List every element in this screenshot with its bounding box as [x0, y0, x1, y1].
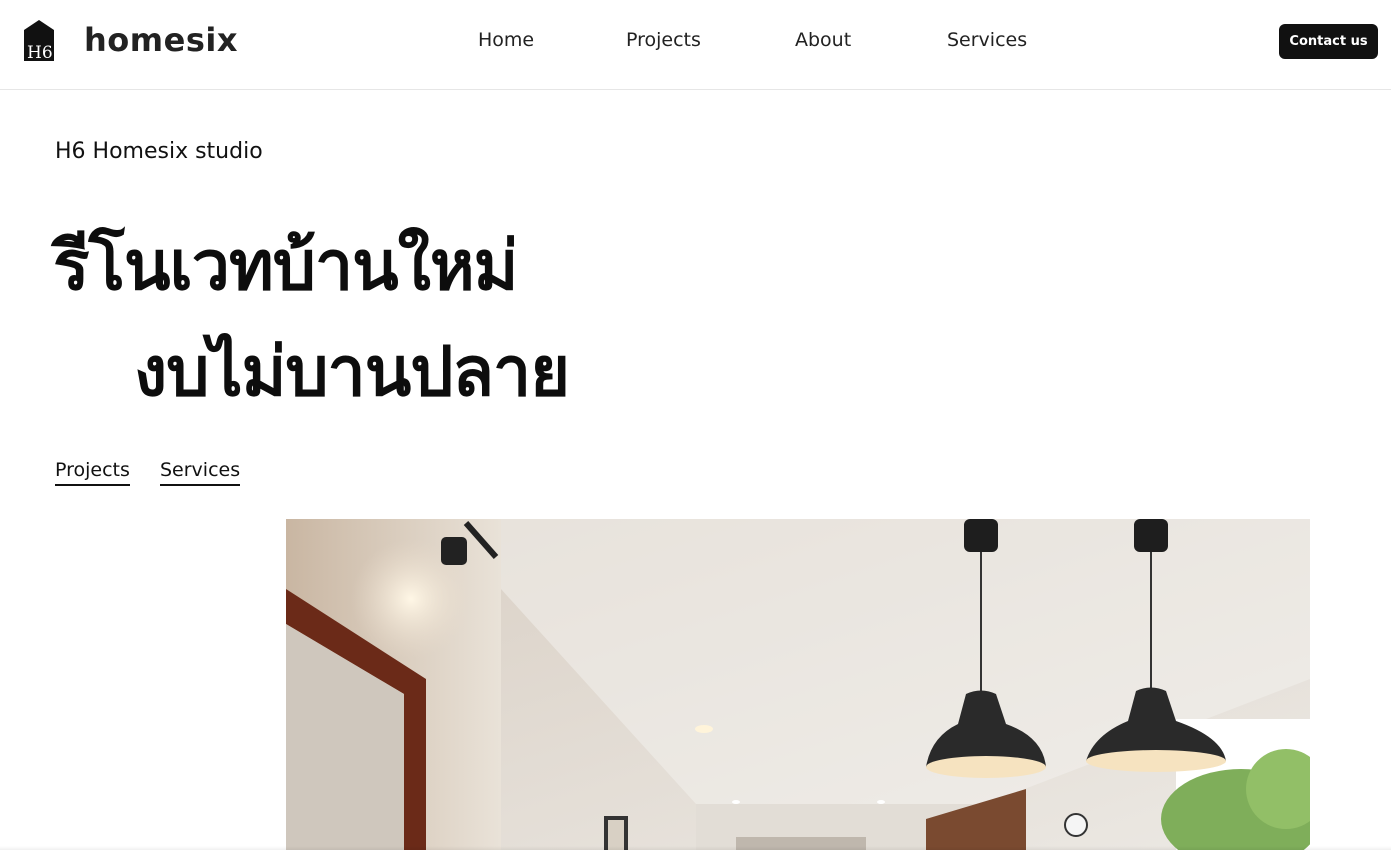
contact-us-button[interactable]: Contact us: [1279, 24, 1378, 59]
site-header: H6 homesix Home Projects About Services …: [0, 0, 1391, 90]
hero-projects-link[interactable]: Projects: [55, 459, 130, 486]
hero-headline-line-2: งบไม่บานปลาย: [134, 333, 570, 412]
svg-text:H6: H6: [27, 43, 53, 61]
page: H6 homesix Home Projects About Services …: [0, 0, 1391, 850]
logo-link[interactable]: H6 homesix: [24, 20, 237, 61]
nav-services[interactable]: Services: [947, 29, 1027, 51]
hero-headline-line-1: รีโนเวทบ้านใหม่: [53, 227, 518, 306]
hero-interior-photo: [286, 519, 1310, 850]
house-logo-icon: H6: [24, 20, 54, 61]
brand-name: homesix: [84, 21, 238, 59]
nav-about[interactable]: About: [795, 29, 851, 51]
studio-name: H6 Homesix studio: [55, 139, 263, 164]
nav-home[interactable]: Home: [478, 29, 534, 51]
hero-services-link[interactable]: Services: [160, 459, 241, 486]
nav-projects[interactable]: Projects: [626, 29, 701, 51]
page-fold-shadow: [0, 846, 1391, 850]
